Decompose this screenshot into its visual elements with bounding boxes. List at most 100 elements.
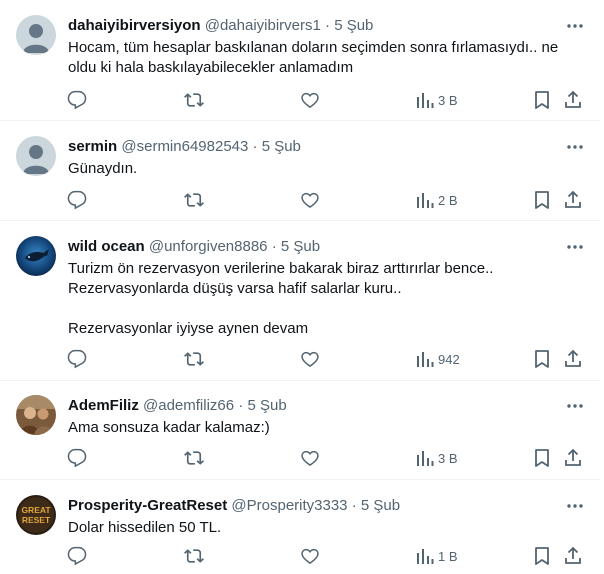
tweet-date[interactable]: 5 Şub xyxy=(247,397,286,414)
tweet-text-line xyxy=(68,299,588,319)
repost-button[interactable] xyxy=(184,544,204,568)
tweet-date[interactable]: 5 Şub xyxy=(361,497,400,514)
more-dots-icon xyxy=(567,145,583,149)
tweet-header: AdemFiliz @ademfiliz66 · 5 Şub xyxy=(68,396,287,416)
avatar[interactable]: GREAT RESET xyxy=(16,495,56,535)
author-handle[interactable]: @ademfiliz66 xyxy=(143,397,234,414)
tweet[interactable]: sermin @sermin64982543 · 5 Şub Günaydın.… xyxy=(0,121,600,221)
tweet-actions: 3 B xyxy=(0,88,600,112)
views-button[interactable]: 3 B xyxy=(416,446,458,470)
author-name[interactable]: wild ocean xyxy=(68,238,145,255)
author-handle[interactable]: @Prosperity3333 xyxy=(231,497,347,514)
views-chart-icon xyxy=(417,549,434,564)
author-name[interactable]: Prosperity-GreatReset xyxy=(68,497,227,514)
author-handle[interactable]: @dahaiyibirvers1 xyxy=(205,17,321,34)
views-count: 2 B xyxy=(438,192,458,208)
like-button[interactable] xyxy=(300,446,320,470)
share-icon xyxy=(565,546,581,564)
author-name[interactable]: sermin xyxy=(68,138,117,155)
tweet-header: dahaiyibirversiyon @dahaiyibirvers1 · 5 … xyxy=(68,16,373,36)
bookmark-button[interactable] xyxy=(533,88,551,112)
tweet-actions: 3 B xyxy=(0,446,600,470)
tweet-text: Hocam, tüm hesaplar baskılanan doların s… xyxy=(68,38,588,78)
bookmark-button[interactable] xyxy=(533,544,551,568)
views-button[interactable]: 3 B xyxy=(416,88,458,112)
more-options-button[interactable] xyxy=(564,16,586,36)
more-options-button[interactable] xyxy=(564,137,586,157)
more-dots-icon xyxy=(567,24,583,28)
share-button[interactable] xyxy=(563,544,583,568)
author-name[interactable]: dahaiyibirversiyon xyxy=(68,17,201,34)
avatar[interactable] xyxy=(16,15,56,55)
avatar-text-line: RESET xyxy=(22,515,51,525)
author-name[interactable]: AdemFiliz xyxy=(68,397,139,414)
tweet-date[interactable]: 5 Şub xyxy=(262,138,301,155)
separator-dot: · xyxy=(238,397,244,414)
repost-button[interactable] xyxy=(184,446,204,470)
reply-button[interactable] xyxy=(67,188,87,212)
bookmark-button[interactable] xyxy=(533,446,551,470)
author-handle[interactable]: @sermin64982543 xyxy=(121,138,248,155)
author-handle[interactable]: @unforgiven8886 xyxy=(149,238,268,255)
like-button[interactable] xyxy=(300,88,320,112)
tweet[interactable]: GREAT RESET Prosperity-GreatReset @Prosp… xyxy=(0,480,600,574)
views-chart-icon xyxy=(417,93,434,108)
more-options-button[interactable] xyxy=(564,237,586,257)
avatar[interactable] xyxy=(16,136,56,176)
like-button[interactable] xyxy=(300,347,320,371)
bookmark-icon xyxy=(535,350,549,368)
share-icon xyxy=(565,448,581,466)
heart-icon xyxy=(301,351,319,367)
heart-icon xyxy=(301,192,319,208)
share-button[interactable] xyxy=(563,347,583,371)
tweet[interactable]: AdemFiliz @ademfiliz66 · 5 Şub Ama sonsu… xyxy=(0,380,600,480)
views-chart-icon xyxy=(417,451,434,466)
reply-button[interactable] xyxy=(67,544,87,568)
reply-icon xyxy=(67,190,87,210)
reply-button[interactable] xyxy=(67,446,87,470)
tweet-text: Günaydın. xyxy=(68,159,588,179)
tweet-text-line: Günaydın. xyxy=(68,160,138,177)
share-icon xyxy=(565,190,581,208)
bookmark-button[interactable] xyxy=(533,347,551,371)
like-button[interactable] xyxy=(300,544,320,568)
tweet-actions: 942 xyxy=(0,347,600,371)
share-button[interactable] xyxy=(563,188,583,212)
separator-dot: · xyxy=(325,17,331,34)
reply-icon xyxy=(67,448,87,468)
tweet[interactable]: dahaiyibirversiyon @dahaiyibirvers1 · 5 … xyxy=(0,0,600,121)
share-button[interactable] xyxy=(563,88,583,112)
heart-icon xyxy=(301,450,319,466)
repost-button[interactable] xyxy=(184,188,204,212)
views-button[interactable]: 1 B xyxy=(416,544,458,568)
bookmark-icon xyxy=(535,547,549,565)
like-button[interactable] xyxy=(300,188,320,212)
repost-button[interactable] xyxy=(184,347,204,371)
views-count: 3 B xyxy=(438,450,458,466)
default-avatar-icon xyxy=(16,136,56,176)
views-count: 3 B xyxy=(438,92,458,108)
tweet-text-line: Turizm ön rezervasyon verilerine bakarak… xyxy=(68,260,494,277)
tweet-text: Ama sonsuza kadar kalamaz:) xyxy=(68,418,588,438)
views-button[interactable]: 2 B xyxy=(416,188,458,212)
bookmark-icon xyxy=(535,449,549,467)
avatar[interactable] xyxy=(16,395,56,435)
tweet[interactable]: wild ocean @unforgiven8886 · 5 Şub Turiz… xyxy=(0,221,600,381)
ocean-avatar-icon xyxy=(16,236,56,276)
reply-icon xyxy=(67,90,87,110)
tweet-actions: 1 B xyxy=(0,544,600,568)
reply-button[interactable] xyxy=(67,347,87,371)
tweet-date[interactable]: 5 Şub xyxy=(281,238,320,255)
share-icon xyxy=(565,90,581,108)
more-options-button[interactable] xyxy=(564,496,586,516)
separator-dot: · xyxy=(271,238,277,255)
repost-button[interactable] xyxy=(184,88,204,112)
reply-button[interactable] xyxy=(67,88,87,112)
views-button[interactable]: 942 xyxy=(416,347,460,371)
avatar[interactable] xyxy=(16,236,56,276)
more-options-button[interactable] xyxy=(564,396,586,416)
tweet-header: Prosperity-GreatReset @Prosperity3333 · … xyxy=(68,496,400,516)
tweet-date[interactable]: 5 Şub xyxy=(334,17,373,34)
share-button[interactable] xyxy=(563,446,583,470)
bookmark-button[interactable] xyxy=(533,188,551,212)
